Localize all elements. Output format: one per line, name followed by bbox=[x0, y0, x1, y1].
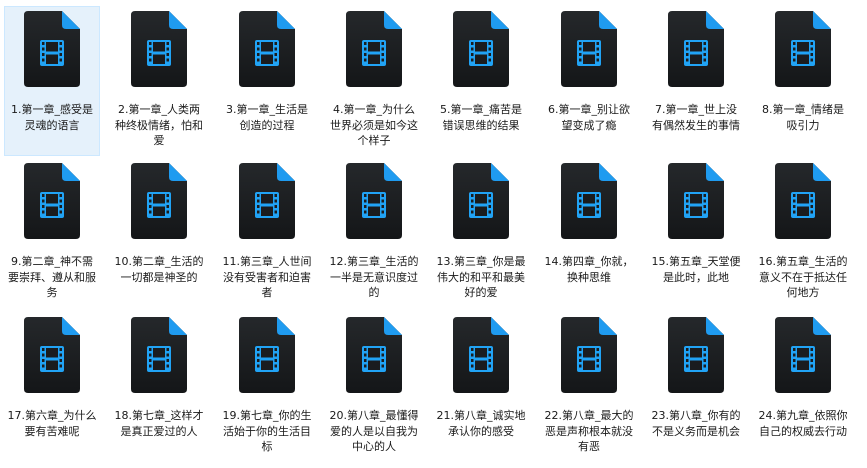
file-name: 2.第一章_人类两种终极情绪，怕和爱 bbox=[115, 103, 203, 147]
video-file-icon bbox=[131, 11, 187, 87]
file-item[interactable]: 8.第一章_情绪是吸引力 bbox=[755, 6, 851, 156]
file-name: 14.第四章_你就，换种思维 bbox=[544, 255, 634, 284]
file-name: 5.第一章_痛苦是错误思维的结果 bbox=[440, 103, 522, 132]
file-name: 20.第八章_最懂得爱的人是以自我为中心的人 bbox=[329, 409, 419, 453]
file-item[interactable]: 16.第五章_生活的意义不在于抵达任何地方 bbox=[755, 158, 851, 308]
file-name: 22.第八章_最大的恶是声称根本就没有恶 bbox=[544, 409, 634, 453]
file-name: 19.第七章_你的生活始于你的生活目标 bbox=[222, 409, 312, 453]
file-name: 15.第五章_天堂便是此时，此地 bbox=[651, 255, 741, 284]
file-item[interactable]: 14.第四章_你就，换种思维 bbox=[541, 158, 637, 308]
video-file-icon bbox=[131, 317, 187, 393]
file-name: 4.第一章_为什么世界必须是如今这个样子 bbox=[330, 103, 418, 147]
file-item[interactable]: 6.第一章_别让欲望变成了瘾 bbox=[541, 6, 637, 156]
file-name: 8.第一章_情绪是吸引力 bbox=[762, 103, 844, 132]
video-file-icon bbox=[239, 11, 295, 87]
file-grid: 1.第一章_感受是灵魂的语言 2.第一章_人类两种终极情绪，怕和爱 3.第一章_… bbox=[0, 0, 867, 468]
video-file-icon bbox=[346, 11, 402, 87]
file-name: 3.第一章_生活是创造的过程 bbox=[226, 103, 308, 132]
video-file-icon bbox=[24, 163, 80, 239]
file-item[interactable]: 13.第三章_你是最伟大的和平和最美好的爱 bbox=[433, 158, 529, 308]
video-file-icon bbox=[346, 163, 402, 239]
file-name: 16.第五章_生活的意义不在于抵达任何地方 bbox=[758, 255, 848, 299]
file-name: 21.第八章_诚实地承认你的感受 bbox=[436, 409, 526, 438]
file-item[interactable]: 2.第一章_人类两种终极情绪，怕和爱 bbox=[111, 6, 207, 156]
file-item[interactable]: 11.第三章_人世间没有受害者和迫害者 bbox=[219, 158, 315, 308]
video-file-icon bbox=[668, 317, 724, 393]
file-item[interactable]: 10.第二章_生活的一切都是神圣的 bbox=[111, 158, 207, 308]
video-file-icon bbox=[453, 163, 509, 239]
file-name: 17.第六章_为什么要有苦难呢 bbox=[7, 409, 97, 438]
video-file-icon bbox=[346, 317, 402, 393]
file-name: 11.第三章_人世间没有受害者和迫害者 bbox=[222, 255, 312, 299]
file-name: 1.第一章_感受是灵魂的语言 bbox=[11, 103, 93, 132]
file-item[interactable]: 18.第七章_这样才是真正爱过的人 bbox=[111, 312, 207, 462]
file-item[interactable]: 9.第二章_神不需要崇拜、遵从和服务 bbox=[4, 158, 100, 308]
video-file-icon bbox=[239, 317, 295, 393]
file-name: 13.第三章_你是最伟大的和平和最美好的爱 bbox=[436, 255, 526, 299]
file-name: 18.第七章_这样才是真正爱过的人 bbox=[114, 409, 204, 438]
video-file-icon bbox=[561, 163, 617, 239]
file-item[interactable]: 1.第一章_感受是灵魂的语言 bbox=[4, 6, 100, 156]
file-item[interactable]: 24.第九章_依照你自己的权威去行动 bbox=[755, 312, 851, 462]
file-item[interactable]: 4.第一章_为什么世界必须是如今这个样子 bbox=[326, 6, 422, 156]
video-file-icon bbox=[24, 11, 80, 87]
video-file-icon bbox=[668, 11, 724, 87]
file-name: 23.第八章_你有的不是义务而是机会 bbox=[651, 409, 741, 438]
file-item[interactable]: 5.第一章_痛苦是错误思维的结果 bbox=[433, 6, 529, 156]
video-file-icon bbox=[668, 163, 724, 239]
file-item[interactable]: 22.第八章_最大的恶是声称根本就没有恶 bbox=[541, 312, 637, 462]
video-file-icon bbox=[775, 11, 831, 87]
file-item[interactable]: 15.第五章_天堂便是此时，此地 bbox=[648, 158, 744, 308]
video-file-icon bbox=[561, 11, 617, 87]
file-item[interactable]: 23.第八章_你有的不是义务而是机会 bbox=[648, 312, 744, 462]
video-file-icon bbox=[775, 163, 831, 239]
file-item[interactable]: 21.第八章_诚实地承认你的感受 bbox=[433, 312, 529, 462]
video-file-icon bbox=[775, 317, 831, 393]
file-item[interactable]: 12.第三章_生活的一半是无意识度过的 bbox=[326, 158, 422, 308]
video-file-icon bbox=[24, 317, 80, 393]
file-item[interactable]: 20.第八章_最懂得爱的人是以自我为中心的人 bbox=[326, 312, 422, 462]
file-name: 10.第二章_生活的一切都是神圣的 bbox=[114, 255, 204, 284]
video-file-icon bbox=[131, 163, 187, 239]
file-name: 7.第一章_世上没有偶然发生的事情 bbox=[652, 103, 740, 132]
file-item[interactable]: 19.第七章_你的生活始于你的生活目标 bbox=[219, 312, 315, 462]
file-name: 9.第二章_神不需要崇拜、遵从和服务 bbox=[8, 255, 96, 299]
file-item[interactable]: 7.第一章_世上没有偶然发生的事情 bbox=[648, 6, 744, 156]
video-file-icon bbox=[561, 317, 617, 393]
file-item[interactable]: 17.第六章_为什么要有苦难呢 bbox=[4, 312, 100, 462]
video-file-icon bbox=[453, 317, 509, 393]
file-name: 24.第九章_依照你自己的权威去行动 bbox=[758, 409, 848, 438]
video-file-icon bbox=[453, 11, 509, 87]
file-name: 6.第一章_别让欲望变成了瘾 bbox=[548, 103, 630, 132]
file-name: 12.第三章_生活的一半是无意识度过的 bbox=[329, 255, 419, 299]
file-item[interactable]: 3.第一章_生活是创造的过程 bbox=[219, 6, 315, 156]
video-file-icon bbox=[239, 163, 295, 239]
